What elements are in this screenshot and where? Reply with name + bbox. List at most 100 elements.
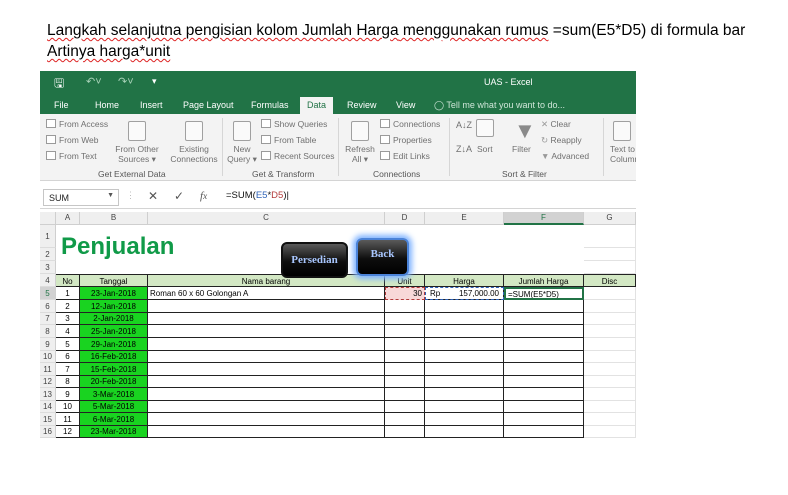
no-cell[interactable]: 3 — [56, 313, 80, 325]
tab-page-layout[interactable]: Page Layout — [183, 97, 234, 114]
persedian-button[interactable]: Persedian — [281, 242, 348, 278]
table-cell[interactable] — [584, 325, 636, 338]
no-cell[interactable]: 9 — [56, 388, 80, 401]
date-cell[interactable]: 5-Mar-2018 — [80, 401, 148, 413]
table-cell[interactable] — [584, 426, 636, 438]
date-cell[interactable]: 12-Jan-2018 — [80, 300, 148, 313]
row-header[interactable]: 13 — [40, 388, 56, 401]
advanced-button[interactable]: ▼ Advanced — [541, 151, 589, 161]
row-header[interactable]: 14 — [40, 401, 56, 413]
no-cell[interactable]: 11 — [56, 413, 80, 426]
no-cell[interactable]: 2 — [56, 300, 80, 313]
edit-links-button[interactable]: Edit Links — [380, 151, 430, 161]
table-cell[interactable] — [425, 351, 504, 363]
no-cell[interactable]: 8 — [56, 376, 80, 388]
column-header-e[interactable]: E — [425, 212, 504, 225]
from-web-button[interactable]: From Web — [46, 135, 99, 145]
text-to-columns-button[interactable]: Text toColumn — [610, 144, 636, 164]
tab-view[interactable]: View — [396, 97, 415, 114]
reapply-button[interactable]: ↻ Reapply — [541, 135, 582, 146]
table-cell[interactable] — [584, 388, 636, 401]
properties-button[interactable]: Properties — [380, 135, 432, 145]
from-other-sources-button[interactable]: From Other Sources ▾ — [114, 144, 160, 165]
date-cell[interactable]: 15-Feb-2018 — [80, 363, 148, 376]
table-cell[interactable] — [385, 401, 425, 413]
row-header[interactable]: 10 — [40, 351, 56, 363]
table-cell[interactable] — [504, 325, 584, 338]
row-header[interactable]: 6 — [40, 300, 56, 313]
insert-function-icon[interactable]: fx — [200, 190, 207, 202]
row-header[interactable]: 9 — [40, 338, 56, 351]
row-header[interactable]: 3 — [40, 261, 56, 274]
tab-file[interactable]: File — [54, 97, 69, 114]
sort-az-icon[interactable]: A↓Z — [456, 120, 472, 130]
harga-cell[interactable]: Rp 157,000.00 — [425, 287, 504, 300]
row-header[interactable]: 8 — [40, 325, 56, 338]
from-access-button[interactable]: From Access — [46, 119, 108, 129]
row-header[interactable]: 2 — [40, 248, 56, 261]
row-header[interactable]: 16 — [40, 426, 56, 438]
date-cell[interactable]: 20-Feb-2018 — [80, 376, 148, 388]
table-cell[interactable] — [584, 401, 636, 413]
row-header[interactable]: 12 — [40, 376, 56, 388]
customize-quick-access-icon[interactable]: ▾ — [152, 76, 157, 87]
row-header[interactable]: 7 — [40, 313, 56, 325]
nama-barang-cell[interactable]: Roman 60 x 60 Golongan A — [150, 287, 383, 300]
table-cell[interactable] — [584, 287, 636, 300]
filter-button[interactable]: Filter — [512, 144, 531, 154]
no-cell[interactable]: 12 — [56, 426, 80, 438]
table-cell[interactable] — [148, 426, 385, 438]
cancel-icon[interactable]: ✕ — [148, 189, 158, 203]
table-cell[interactable] — [148, 313, 385, 325]
connections-button[interactable]: Connections — [380, 119, 440, 129]
column-header-c[interactable]: C — [148, 212, 385, 225]
existing-connections-button[interactable]: Existing Connections — [169, 144, 219, 164]
table-cell[interactable] — [504, 426, 584, 438]
no-cell[interactable]: 7 — [56, 363, 80, 376]
tab-formulas[interactable]: Formulas — [251, 97, 289, 114]
date-cell[interactable]: 23-Jan-2018 — [80, 287, 148, 300]
date-cell[interactable]: 3-Mar-2018 — [80, 388, 148, 401]
tab-home[interactable]: Home — [95, 97, 119, 114]
table-cell[interactable] — [504, 313, 584, 325]
jumlah-harga-cell[interactable]: =SUM(E5*D5) — [504, 287, 584, 300]
column-header-a[interactable]: A — [56, 212, 80, 225]
table-cell[interactable] — [148, 401, 385, 413]
table-cell[interactable] — [584, 363, 636, 376]
clear-button[interactable]: ✕ Clear — [541, 119, 571, 130]
table-cell[interactable] — [425, 401, 504, 413]
table-cell[interactable] — [385, 300, 425, 313]
no-cell[interactable]: 4 — [56, 325, 80, 338]
table-cell[interactable] — [148, 413, 385, 426]
table-cell[interactable] — [385, 325, 425, 338]
no-cell[interactable]: 10 — [56, 401, 80, 413]
formula-input[interactable]: =SUM(E5*D5)| — [226, 190, 289, 201]
row-header[interactable]: 4 — [40, 274, 56, 287]
table-cell[interactable] — [385, 413, 425, 426]
table-cell[interactable] — [584, 376, 636, 388]
table-cell[interactable] — [504, 401, 584, 413]
table-cell[interactable] — [425, 313, 504, 325]
row-header[interactable]: 1 — [40, 225, 56, 248]
table-cell[interactable] — [425, 325, 504, 338]
table-cell[interactable] — [425, 426, 504, 438]
date-cell[interactable]: 6-Mar-2018 — [80, 413, 148, 426]
table-cell[interactable] — [148, 388, 385, 401]
refresh-all-button[interactable]: Refresh All ▾ — [343, 144, 377, 165]
sort-button[interactable]: Sort — [477, 144, 493, 154]
column-header-d[interactable]: D — [385, 212, 425, 225]
row-header[interactable]: 11 — [40, 363, 56, 376]
no-cell[interactable]: 5 — [56, 338, 80, 351]
table-cell[interactable] — [148, 325, 385, 338]
table-cell[interactable] — [425, 363, 504, 376]
table-cell[interactable] — [504, 363, 584, 376]
from-text-button[interactable]: From Text — [46, 151, 97, 161]
table-cell[interactable] — [504, 351, 584, 363]
new-query-button[interactable]: New Query ▾ — [227, 144, 257, 165]
table-cell[interactable] — [385, 388, 425, 401]
table-cell[interactable] — [504, 388, 584, 401]
table-cell[interactable] — [504, 376, 584, 388]
table-cell[interactable] — [148, 300, 385, 313]
table-cell[interactable] — [385, 313, 425, 325]
name-box[interactable]: SUM ▼ — [43, 189, 119, 206]
